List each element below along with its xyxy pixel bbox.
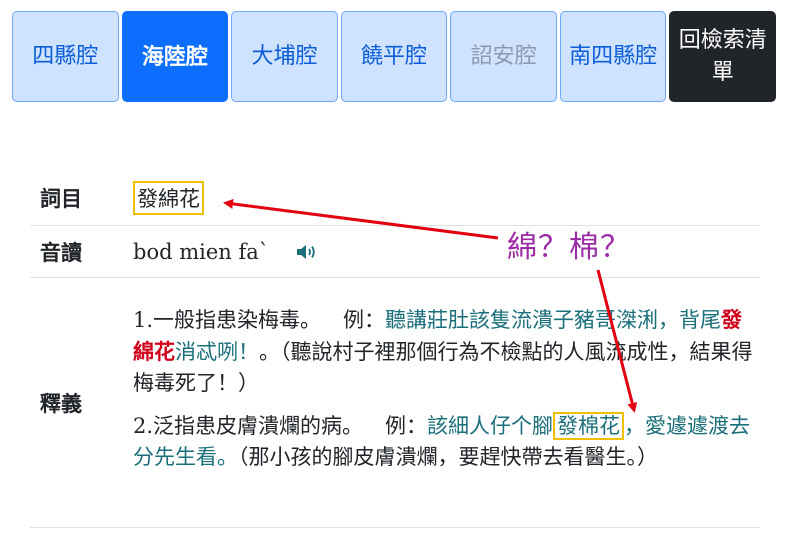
arrow-to-example <box>596 269 638 413</box>
arrow-to-term <box>223 198 499 240</box>
annotation-label: 綿？棉？ <box>507 230 631 265</box>
annotation-arrows <box>223 198 638 413</box>
